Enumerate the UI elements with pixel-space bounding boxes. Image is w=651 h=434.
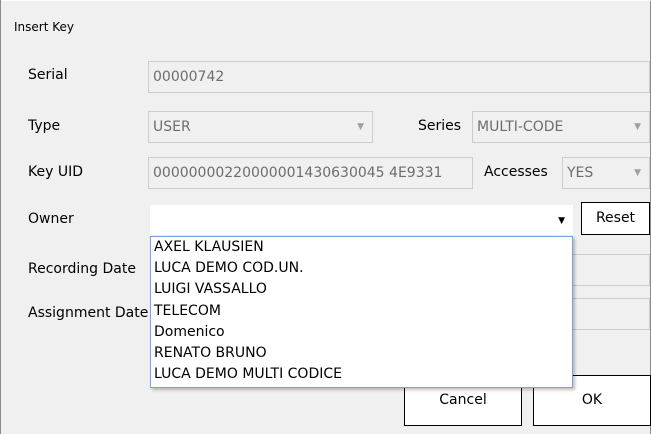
accesses-combobox: YES ▼ bbox=[562, 157, 650, 189]
key-uid-label: Key UID bbox=[28, 164, 83, 180]
serial-field: 00000742 bbox=[148, 61, 650, 93]
list-item[interactable]: LUIGI VASSALLO bbox=[151, 279, 572, 300]
list-item[interactable]: LUCA DEMO COD.UN. bbox=[151, 258, 572, 279]
assignment-date-field bbox=[561, 298, 650, 330]
serial-label: Serial bbox=[28, 67, 68, 83]
assignment-date-label: Assignment Date bbox=[28, 305, 149, 321]
list-item[interactable]: Domenico bbox=[151, 322, 572, 343]
key-uid-field: 00000000220000001430630045 4E9331 bbox=[148, 157, 473, 189]
owner-combobox[interactable]: ▼ bbox=[150, 205, 573, 235]
type-combobox: USER ▼ bbox=[148, 111, 373, 143]
list-item[interactable]: RENATO BRUNO bbox=[151, 343, 572, 364]
recording-date-label: Recording Date bbox=[28, 261, 136, 277]
series-combobox: MULTI-CODE ▼ bbox=[472, 111, 650, 143]
reset-button[interactable]: Reset bbox=[581, 202, 650, 235]
series-label: Series bbox=[418, 118, 462, 134]
dialog-title: Insert Key bbox=[14, 20, 74, 34]
accesses-label: Accesses bbox=[484, 164, 548, 180]
chevron-down-icon: ▼ bbox=[634, 122, 641, 132]
type-label: Type bbox=[28, 118, 61, 134]
accesses-value: YES bbox=[567, 165, 594, 181]
owner-dropdown-list: AXEL KLAUSIEN LUCA DEMO COD.UN. LUIGI VA… bbox=[150, 236, 573, 388]
chevron-down-icon: ▼ bbox=[634, 168, 641, 178]
window-top-edge bbox=[1, 0, 651, 1]
list-item[interactable]: TELECOM bbox=[151, 301, 572, 322]
insert-key-dialog: Insert Key Serial 00000742 Type USER ▼ S… bbox=[0, 0, 651, 434]
type-value: USER bbox=[153, 119, 191, 135]
recording-date-field bbox=[561, 254, 650, 286]
owner-label: Owner bbox=[28, 211, 74, 227]
chevron-down-icon: ▼ bbox=[357, 122, 364, 132]
series-value: MULTI-CODE bbox=[477, 119, 564, 135]
list-item[interactable]: LUCA DEMO MULTI CODICE bbox=[151, 364, 572, 385]
list-item[interactable]: AXEL KLAUSIEN bbox=[151, 237, 572, 258]
triangle-down-icon[interactable]: ▼ bbox=[558, 206, 565, 236]
